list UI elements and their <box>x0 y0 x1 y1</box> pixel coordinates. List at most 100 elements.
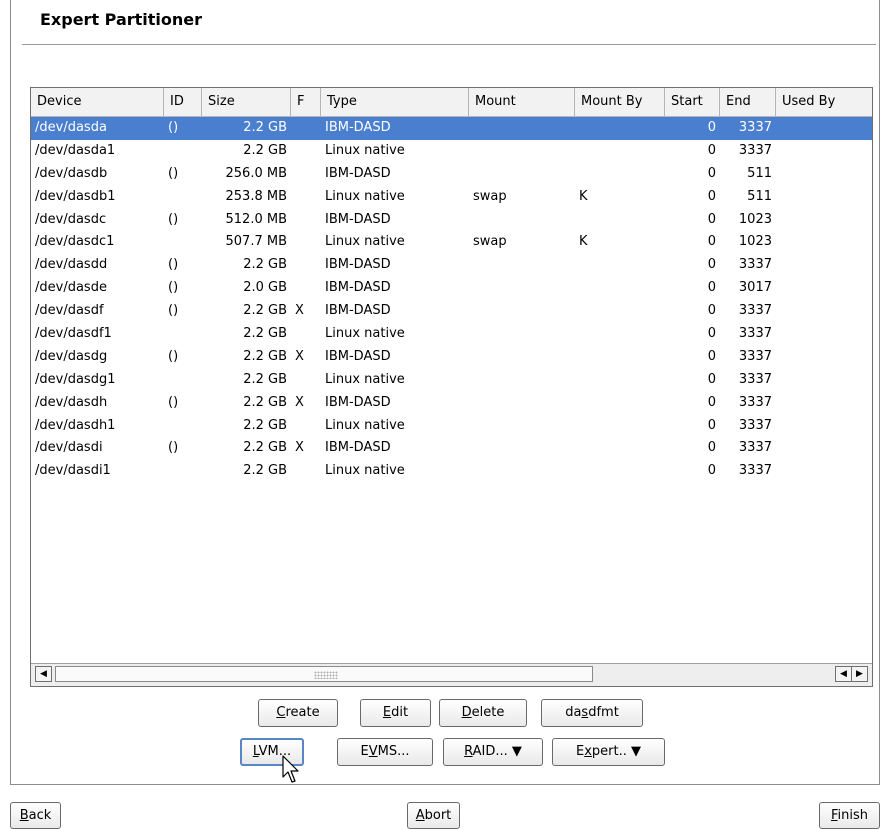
table-row[interactable]: /dev/dasda () 2.2 GB IBM-DASD 0 3337 <box>31 117 872 140</box>
cell-used-by <box>776 300 872 323</box>
cell-f <box>291 415 321 438</box>
edit-button[interactable]: Edit <box>360 699 431 727</box>
cell-id: () <box>168 165 179 181</box>
cell-id: () <box>168 394 179 410</box>
cell-size: 2.2 GB <box>243 303 287 319</box>
cell-size: 2.2 GB <box>243 142 287 158</box>
dasdfmt-button[interactable]: dasdfmt <box>541 699 643 727</box>
chevron-down-icon: ▼ <box>511 744 522 759</box>
cell-f <box>291 231 321 254</box>
column-header-id[interactable]: ID <box>164 88 202 116</box>
cell-mount-by <box>575 437 665 460</box>
cell-size: 253.8 MB <box>225 188 287 204</box>
column-header-device[interactable]: Device <box>31 88 164 116</box>
table-row[interactable]: /dev/dasdg () 2.2 GB X IBM-DASD 0 3337 <box>31 346 872 369</box>
cell-device: /dev/dasdc1 <box>35 234 115 250</box>
finish-button[interactable]: Finish <box>819 802 880 829</box>
column-header-used-by[interactable]: Used By <box>776 88 872 116</box>
cell-used-by <box>776 254 872 277</box>
cell-size: 2.2 GB <box>243 348 287 364</box>
table-row[interactable]: /dev/dasde () 2.0 GB IBM-DASD 0 3017 <box>31 277 872 300</box>
cell-start: 0 <box>707 371 716 387</box>
abort-button[interactable]: Abort <box>407 802 460 829</box>
scroll-left-arrow-icon-2[interactable]: ◀ <box>835 666 852 682</box>
table-row[interactable]: /dev/dasdb1 253.8 MB Linux native swap K 0 511 <box>31 186 872 209</box>
cell-size: 256.0 MB <box>225 165 287 181</box>
cell-type: Linux native <box>325 417 405 433</box>
back-button[interactable]: Back <box>10 802 61 829</box>
cell-mount <box>469 254 575 277</box>
partition-table[interactable]: Device ID Size F Type Mount Mount By Start End Us… <box>30 87 873 687</box>
cell-device: /dev/dasdb <box>35 165 108 181</box>
table-body[interactable]: /dev/dasda () 2.2 GB IBM-DASD 0 3337/dev/dasd… <box>31 117 872 483</box>
cell-mount <box>469 140 575 163</box>
column-header-end[interactable]: End <box>720 88 776 116</box>
cell-id: () <box>168 280 179 296</box>
table-row[interactable]: /dev/dasdb () 256.0 MB IBM-DASD 0 511 <box>31 163 872 186</box>
table-row[interactable]: /dev/dasdd () 2.2 GB IBM-DASD 0 3337 <box>31 254 872 277</box>
evms-button[interactable]: EVMS... <box>337 738 433 766</box>
cell-type: Linux native <box>325 463 405 479</box>
table-row[interactable]: /dev/dasdh () 2.2 GB X IBM-DASD 0 3337 <box>31 392 872 415</box>
cell-mount <box>469 300 575 323</box>
create-button[interactable]: Create <box>258 699 338 727</box>
cell-size: 507.7 MB <box>225 234 287 250</box>
expert-button[interactable]: Expert.. ▼ <box>552 738 665 766</box>
cell-id: () <box>168 348 179 364</box>
table-row[interactable]: /dev/dasdc1 507.7 MB Linux native swap K 0 102… <box>31 231 872 254</box>
column-header-f[interactable]: F <box>291 88 321 116</box>
table-row[interactable]: /dev/dasdg1 2.2 GB Linux native 0 3337 <box>31 369 872 392</box>
cell-mount-by <box>575 346 665 369</box>
table-header: Device ID Size F Type Mount Mount By Start End Us… <box>31 88 872 117</box>
table-row[interactable]: /dev/dasdh1 2.2 GB Linux native 0 3337 <box>31 415 872 438</box>
column-header-mount[interactable]: Mount <box>469 88 575 116</box>
cell-start: 0 <box>707 211 716 227</box>
delete-button[interactable]: Delete <box>439 699 527 727</box>
cell-used-by <box>776 163 872 186</box>
cell-used-by <box>776 415 872 438</box>
cell-mount-by <box>575 300 665 323</box>
table-row[interactable]: /dev/dasdc () 512.0 MB IBM-DASD 0 1023 <box>31 209 872 232</box>
cell-used-by <box>776 140 872 163</box>
table-row[interactable]: /dev/dasdf1 2.2 GB Linux native 0 3337 <box>31 323 872 346</box>
cell-used-by <box>776 277 872 300</box>
column-header-type[interactable]: Type <box>321 88 469 116</box>
title-divider <box>22 44 876 45</box>
cell-size: 2.0 GB <box>243 280 287 296</box>
scroll-left-arrow-icon[interactable]: ◀ <box>35 666 52 682</box>
cell-start: 0 <box>707 417 716 433</box>
column-header-size[interactable]: Size <box>202 88 291 116</box>
cell-type: Linux native <box>325 142 405 158</box>
cell-device: /dev/dasdh <box>35 394 108 410</box>
column-header-start[interactable]: Start <box>665 88 720 116</box>
column-header-mount-by[interactable]: Mount By <box>575 88 665 116</box>
cell-f <box>291 323 321 346</box>
cell-end: 3337 <box>738 142 772 158</box>
horizontal-scrollbar[interactable]: ◀ ◀ ▶ <box>31 663 872 686</box>
cell-mount-by <box>575 117 665 140</box>
cell-device: /dev/dasdf1 <box>35 326 112 342</box>
mouse-pointer-icon <box>282 755 299 783</box>
scrollbar-thumb[interactable] <box>55 666 593 682</box>
cell-mount-by <box>575 254 665 277</box>
cell-mount-by <box>575 460 665 483</box>
cell-start: 0 <box>707 280 716 296</box>
table-row[interactable]: /dev/dasdi1 2.2 GB Linux native 0 3337 <box>31 460 872 483</box>
cell-mount <box>469 460 575 483</box>
cell-f <box>291 209 321 232</box>
raid-button[interactable]: RAID... ▼ <box>443 738 543 766</box>
cell-start: 0 <box>707 165 716 181</box>
cell-size: 2.2 GB <box>243 120 287 135</box>
cell-start: 0 <box>707 440 716 456</box>
cell-f <box>291 254 321 277</box>
cell-device: /dev/dasdg <box>35 348 108 364</box>
cell-device: /dev/dasdi1 <box>35 463 111 479</box>
cell-type: IBM-DASD <box>325 165 391 181</box>
cell-id <box>164 231 202 254</box>
cell-device: /dev/dasdh1 <box>35 417 116 433</box>
table-row[interactable]: /dev/dasdf () 2.2 GB X IBM-DASD 0 3337 <box>31 300 872 323</box>
table-row[interactable]: /dev/dasdi () 2.2 GB X IBM-DASD 0 3337 <box>31 437 872 460</box>
cell-start: 0 <box>707 142 716 158</box>
table-row[interactable]: /dev/dasda1 2.2 GB Linux native 0 3337 <box>31 140 872 163</box>
scroll-right-arrow-icon[interactable]: ▶ <box>851 666 868 682</box>
